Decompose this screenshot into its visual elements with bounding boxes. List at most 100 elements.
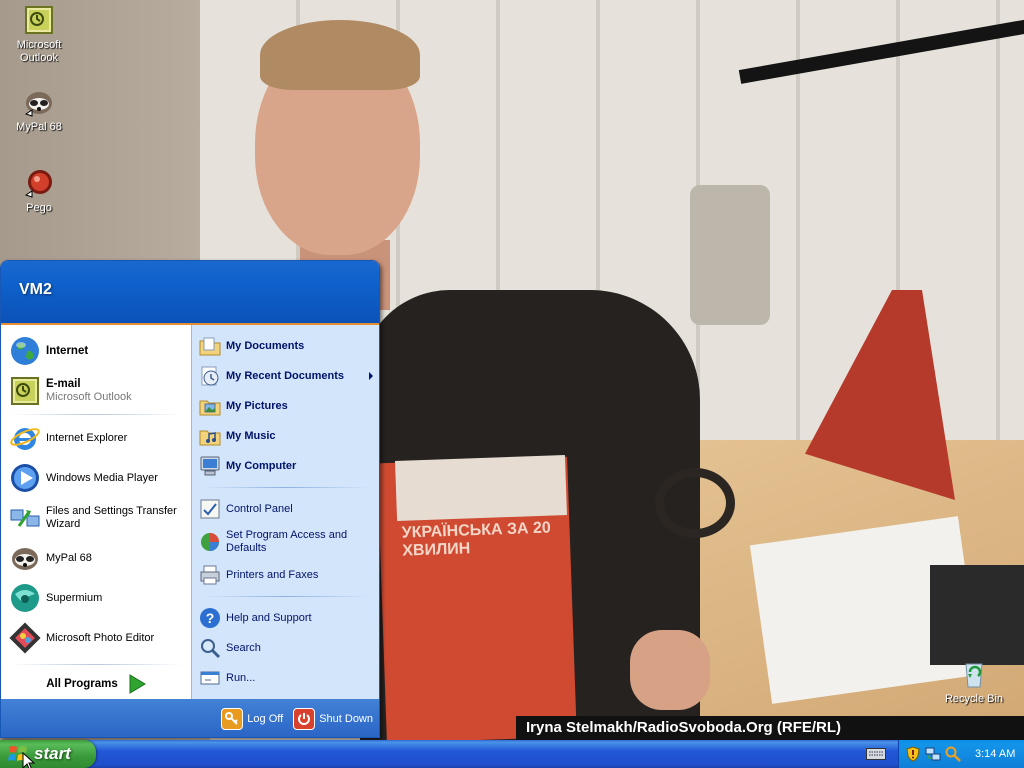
- desktop-icon-pego[interactable]: Pego: [1, 167, 77, 215]
- my-documents-icon: [199, 337, 221, 356]
- log-off-button[interactable]: Log Off: [221, 708, 283, 730]
- clock[interactable]: 3:14 AM: [975, 748, 1015, 760]
- tool-label: Help and Support: [226, 611, 312, 624]
- recycle-bin-icon: [965, 663, 983, 688]
- desktop-icon-recycle-bin[interactable]: Recycle Bin: [936, 658, 1012, 706]
- desktop-icon-label: MyPal 68: [16, 121, 62, 133]
- recent-item-label: Supermium: [46, 591, 103, 604]
- recent-item-label: Files and Settings Transfer Wizard: [46, 505, 177, 530]
- arrow-right-icon: [129, 674, 146, 694]
- wallpaper-headphones: [655, 468, 735, 538]
- place-label: My Pictures: [226, 399, 288, 412]
- desktop-icon-mypal[interactable]: MyPal 68: [1, 86, 77, 134]
- recent-item-mypal[interactable]: MyPal 68: [1, 538, 191, 578]
- photo-editor-icon: [9, 622, 41, 654]
- settings-control-panel[interactable]: Control Panel: [192, 494, 379, 524]
- start-menu-footer: Log Off Shut Down: [1, 699, 379, 737]
- power-icon: [293, 708, 316, 730]
- program-access-icon: [201, 533, 219, 551]
- taskbar: start 3:14 AM: [0, 740, 1024, 768]
- mypal-icon: [24, 92, 52, 117]
- recent-item-label: Internet Explorer: [46, 431, 128, 444]
- start-menu-right-pane: My Documents My Recent Documents My Pict…: [191, 325, 379, 699]
- search-icon: [201, 639, 221, 659]
- my-music-icon: [199, 430, 221, 446]
- wallpaper-book-title: УКРАЇНСЬКА ЗА 20 ХВИЛИН: [401, 519, 552, 560]
- media-player-icon: [11, 464, 39, 492]
- help-icon: ?: [200, 608, 220, 628]
- user-name: VM2: [19, 281, 52, 298]
- submenu-arrow-icon: [369, 372, 373, 380]
- recent-item-internet-explorer[interactable]: Internet Explorer: [1, 418, 191, 458]
- desktop-icon-label: Microsoft Outlook: [16, 39, 62, 64]
- my-computer-icon: [200, 456, 220, 476]
- recent-item-label: Windows Media Player: [46, 471, 158, 484]
- log-off-label: Log Off: [247, 713, 284, 725]
- pego-icon: [24, 170, 52, 198]
- wallpaper-person-hair: [260, 20, 420, 90]
- recent-documents-icon: [201, 366, 219, 386]
- start-menu-left-pane: Internet E-mail Microsoft Outlook Intern…: [1, 325, 191, 699]
- desktop-icon-outlook[interactable]: Microsoft Outlook: [1, 4, 77, 65]
- pinned-item-sublabel: Microsoft Outlook: [46, 391, 132, 403]
- tool-label: Run...: [226, 671, 256, 684]
- wallpaper-book-cover-top: [395, 455, 567, 521]
- settings-label: Printers and Faxes: [226, 568, 319, 581]
- start-menu-header: VM2: [1, 261, 379, 325]
- globe-icon: [11, 337, 39, 365]
- svg-text:?: ?: [206, 610, 215, 626]
- network-icon[interactable]: [925, 746, 941, 762]
- search-tray-icon[interactable]: [945, 746, 961, 762]
- tool-search[interactable]: Search: [192, 633, 379, 663]
- place-label: My Computer: [226, 459, 297, 472]
- control-panel-icon: [200, 499, 220, 519]
- recent-item-supermium[interactable]: Supermium: [1, 578, 191, 618]
- tool-label: Search: [226, 641, 261, 654]
- place-my-computer[interactable]: My Computer: [192, 451, 379, 481]
- run-icon: [200, 671, 220, 685]
- recent-item-photo-editor[interactable]: Microsoft Photo Editor: [1, 618, 191, 658]
- place-my-documents[interactable]: My Documents: [192, 331, 379, 361]
- outlook-icon: [11, 377, 39, 405]
- place-my-music[interactable]: My Music: [192, 421, 379, 451]
- printer-icon: [200, 565, 220, 585]
- keyboard-icon[interactable]: [866, 748, 886, 760]
- tool-help-support[interactable]: ? Help and Support: [192, 603, 379, 633]
- internet-explorer-icon: [10, 428, 40, 450]
- supermium-icon: [11, 584, 39, 612]
- settings-label: Set Program Access and Defaults: [226, 529, 348, 554]
- recent-item-label: Microsoft Photo Editor: [46, 631, 155, 644]
- separator: [202, 596, 371, 597]
- separator: [202, 487, 371, 488]
- recent-item-label: MyPal 68: [46, 551, 92, 564]
- pinned-item-internet[interactable]: Internet: [1, 331, 191, 371]
- wallpaper-caption: Iryna Stelmakh/RadioSvoboda.Org (RFE/RL): [516, 716, 1024, 740]
- key-icon: [221, 708, 244, 730]
- place-my-recent-documents[interactable]: My Recent Documents: [192, 361, 379, 391]
- settings-label: Control Panel: [226, 502, 293, 515]
- separator: [9, 414, 183, 415]
- wallpaper-hand: [630, 630, 710, 710]
- my-pictures-icon: [199, 400, 221, 416]
- recent-item-transfer-wizard[interactable]: Files and Settings Transfer Wizard: [1, 498, 191, 538]
- security-shield-icon[interactable]: [905, 746, 921, 762]
- desktop-icon-label: Pego: [26, 202, 52, 214]
- place-label: My Music: [226, 429, 276, 442]
- pinned-item-email[interactable]: E-mail Microsoft Outlook: [1, 371, 191, 411]
- shut-down-button[interactable]: Shut Down: [293, 708, 373, 730]
- mypal-icon: [12, 548, 38, 570]
- settings-printers-faxes[interactable]: Printers and Faxes: [192, 560, 379, 590]
- settings-program-access[interactable]: Set Program Access and Defaults: [192, 524, 379, 560]
- all-programs-button[interactable]: All Programs: [1, 668, 191, 700]
- pinned-item-label: E-mail: [46, 378, 81, 390]
- place-label: My Recent Documents: [226, 369, 344, 382]
- wallpaper-microphone: [690, 185, 770, 325]
- all-programs-label: All Programs: [46, 678, 118, 690]
- pinned-item-label: Internet: [46, 344, 89, 357]
- transfer-wizard-icon: [10, 509, 40, 527]
- start-button[interactable]: start: [0, 740, 96, 768]
- recent-item-media-player[interactable]: Windows Media Player: [1, 458, 191, 498]
- place-my-pictures[interactable]: My Pictures: [192, 391, 379, 421]
- tool-run[interactable]: Run...: [192, 663, 379, 693]
- desktop-icon-label: Recycle Bin: [944, 693, 1004, 705]
